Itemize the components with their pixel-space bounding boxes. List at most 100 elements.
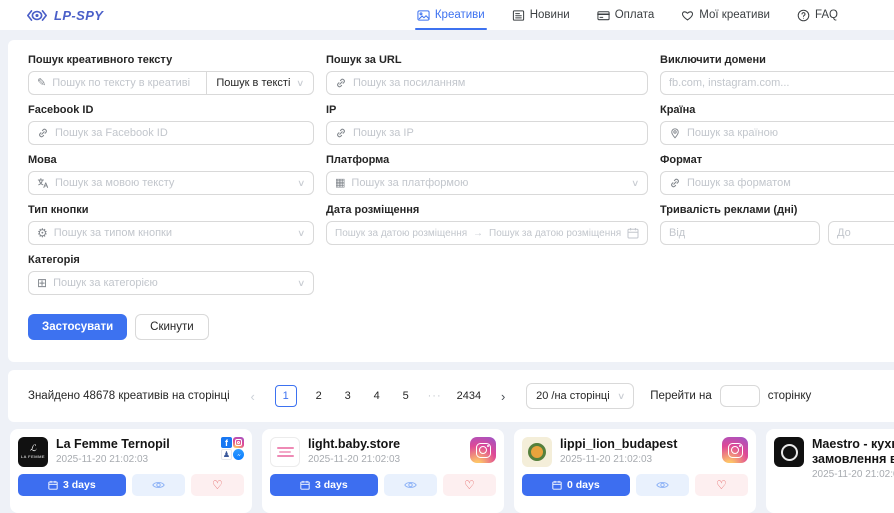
nav-label: Новини xyxy=(530,9,570,21)
language-field[interactable] xyxy=(55,177,292,189)
filter-actions: Застосувати Скинути xyxy=(28,314,894,340)
nav-tab-payment[interactable]: Оплата xyxy=(597,0,655,30)
platform-select[interactable] xyxy=(326,171,648,195)
duration-to-input[interactable] xyxy=(828,221,894,245)
calendar-icon xyxy=(48,480,58,490)
field-button-type: Тип кнопки xyxy=(28,204,314,245)
field-label: Формат xyxy=(660,154,894,166)
category-field[interactable] xyxy=(53,277,292,289)
facebook-id-input[interactable] xyxy=(28,121,314,145)
pagination-ellipsis[interactable]: ··· xyxy=(428,386,442,406)
creative-card[interactable]: light.baby.store 2025-11-20 21:02:03 3 d… xyxy=(262,429,504,513)
exclude-domains-field[interactable] xyxy=(669,77,894,89)
nav-label: FAQ xyxy=(815,9,838,21)
field-platform: Платформа xyxy=(326,154,648,195)
field-label: Пошук за URL xyxy=(326,54,648,66)
days-active-button[interactable]: 3 days xyxy=(270,474,378,496)
page-button-1[interactable]: 1 xyxy=(275,385,297,407)
next-page-button[interactable] xyxy=(496,386,510,406)
country-select[interactable] xyxy=(660,121,894,145)
question-circle-icon xyxy=(797,9,810,22)
top-bar: LP-SPY Креативи Новини Оплата xyxy=(0,0,894,30)
page-button-last[interactable]: 2434 xyxy=(457,386,481,406)
format-select[interactable] xyxy=(660,171,894,195)
country-field[interactable] xyxy=(687,127,894,139)
field-label: Мова xyxy=(28,154,314,166)
like-button[interactable] xyxy=(695,474,748,496)
facebook-id-field[interactable] xyxy=(55,127,305,139)
credit-card-icon xyxy=(597,9,610,22)
card-date: 2025-11-20 21:02:03 xyxy=(308,454,462,465)
apply-button[interactable]: Застосувати xyxy=(28,314,127,340)
chevron-down-icon xyxy=(297,79,304,88)
creative-text-field[interactable] xyxy=(52,77,198,89)
view-button[interactable] xyxy=(636,474,689,496)
card-title: light.baby.store xyxy=(308,437,462,452)
like-button[interactable] xyxy=(443,474,496,496)
prev-page-button[interactable] xyxy=(246,386,260,406)
duration-to-field[interactable] xyxy=(837,227,894,239)
field-label: Країна xyxy=(660,104,894,116)
ip-input[interactable] xyxy=(326,121,648,145)
format-field[interactable] xyxy=(687,177,894,189)
page-button-5[interactable]: 5 xyxy=(399,386,413,406)
view-button[interactable] xyxy=(132,474,185,496)
heart-icon xyxy=(464,479,475,491)
page-size-select[interactable]: 20 /на сторінці xyxy=(526,383,634,409)
instagram-icon xyxy=(470,437,496,463)
creative-text-input[interactable] xyxy=(28,71,207,95)
platform-icons xyxy=(722,437,748,463)
nav-tab-my-creatives[interactable]: Мої креативи xyxy=(681,0,770,30)
view-button[interactable] xyxy=(384,474,437,496)
days-active-button[interactable]: 0 days xyxy=(522,474,630,496)
category-select[interactable] xyxy=(28,271,314,295)
page-button-3[interactable]: 3 xyxy=(341,386,355,406)
avatar-text: LA FEMME xyxy=(21,454,45,459)
page-button-2[interactable]: 2 xyxy=(312,386,326,406)
text-search-mode-select[interactable]: Пошук в тексті xyxy=(206,71,314,95)
creative-card[interactable]: lippi_lion_budapest 2025-11-20 21:02:03 … xyxy=(514,429,756,513)
creative-card[interactable]: Maestro - кухні, ме замовлення в Ужго 20… xyxy=(766,429,894,513)
button-type-select[interactable] xyxy=(28,221,314,245)
page-button-4[interactable]: 4 xyxy=(370,386,384,406)
field-label: Категорія xyxy=(28,254,314,266)
reset-button[interactable]: Скинути xyxy=(135,314,209,340)
heart-icon xyxy=(681,9,694,22)
exclude-domains-input[interactable] xyxy=(660,71,894,95)
placement-date-range[interactable] xyxy=(326,221,648,245)
placement-date-from-field[interactable] xyxy=(335,228,467,239)
pencil-icon xyxy=(37,78,46,89)
news-icon xyxy=(512,9,525,22)
calendar-icon xyxy=(552,480,562,490)
like-button[interactable] xyxy=(191,474,244,496)
url-input[interactable] xyxy=(326,71,648,95)
goto-page-input[interactable] xyxy=(720,385,760,407)
nav-label: Оплата xyxy=(615,9,655,21)
language-select[interactable] xyxy=(28,171,314,195)
nav-tab-creatives[interactable]: Креативи xyxy=(417,0,485,30)
field-label: Платформа xyxy=(326,154,648,166)
field-ip: IP xyxy=(326,104,648,145)
card-title: lippi_lion_budapest xyxy=(560,437,714,452)
days-active-button[interactable]: 3 days xyxy=(18,474,126,496)
days-label: 0 days xyxy=(567,479,600,491)
nav-tab-news[interactable]: Новини xyxy=(512,0,570,30)
logo[interactable]: LP-SPY xyxy=(26,8,103,23)
nav-tab-faq[interactable]: FAQ xyxy=(797,0,838,30)
link-icon xyxy=(335,127,347,139)
duration-from-field[interactable] xyxy=(669,227,811,239)
avatar xyxy=(522,437,552,467)
platform-field[interactable] xyxy=(351,177,626,189)
placement-date-to-field[interactable] xyxy=(489,228,621,239)
page-size-value: 20 /на сторінці xyxy=(536,390,610,402)
audience-network-icon xyxy=(221,449,232,460)
url-field[interactable] xyxy=(353,77,639,89)
platform-icons xyxy=(470,437,496,463)
button-type-field[interactable] xyxy=(54,227,293,239)
filters-panel: Пошук креативного тексту Пошук в тексті … xyxy=(8,40,894,362)
creative-card[interactable]: ℒ LA FEMME La Femme Ternopil 2025-11-20 … xyxy=(10,429,252,513)
duration-from-input[interactable] xyxy=(660,221,820,245)
ip-field[interactable] xyxy=(353,127,639,139)
creatives-row: ℒ LA FEMME La Femme Ternopil 2025-11-20 … xyxy=(10,429,894,513)
days-label: 3 days xyxy=(315,479,348,491)
